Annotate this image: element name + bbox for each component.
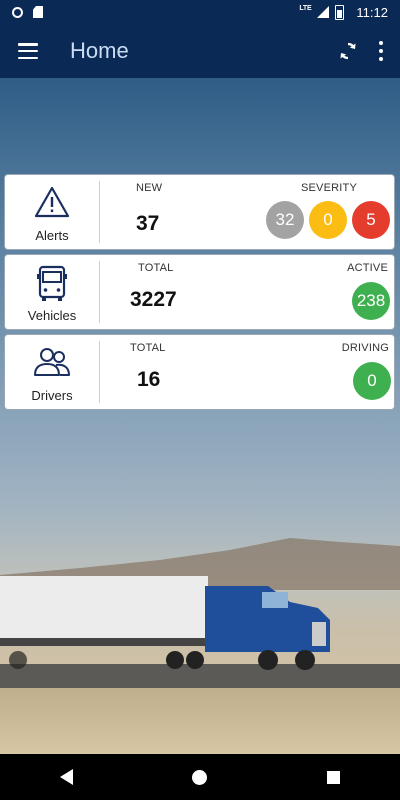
people-icon bbox=[34, 348, 70, 376]
driving-caption: DRIVING bbox=[341, 342, 389, 354]
back-icon[interactable] bbox=[59, 769, 73, 785]
total-drivers-count: 16 bbox=[137, 368, 161, 391]
drivers-label: Drivers bbox=[31, 388, 73, 403]
recents-icon[interactable] bbox=[327, 770, 341, 784]
vehicles-card[interactable]: Vehicles TOTAL 3227 ACTIVE 238 bbox=[4, 254, 395, 330]
truck-icon bbox=[37, 265, 67, 301]
driving-drivers-badge[interactable]: 0 bbox=[353, 362, 391, 400]
menu-icon[interactable] bbox=[18, 43, 38, 59]
refresh-icon[interactable] bbox=[336, 39, 360, 63]
drivers-card[interactable]: Drivers TOTAL 16 DRIVING 0 bbox=[4, 334, 395, 410]
notification-icon bbox=[12, 6, 23, 18]
truck-graphic bbox=[0, 576, 330, 670]
alerts-label: Alerts bbox=[35, 228, 69, 243]
total-caption: TOTAL bbox=[138, 262, 174, 274]
active-caption: ACTIVE bbox=[347, 262, 388, 274]
active-vehicles-badge[interactable]: 238 bbox=[352, 282, 390, 320]
system-nav-bar bbox=[0, 754, 400, 800]
vehicles-label: Vehicles bbox=[27, 308, 77, 323]
status-bar: LTE 11:12 bbox=[0, 0, 400, 24]
severity-medium-badge[interactable]: 0 bbox=[309, 201, 347, 239]
alerts-card[interactable]: Alerts NEW 37 SEVERITY 32 0 5 bbox=[4, 174, 395, 250]
total-vehicles-count: 3227 bbox=[130, 288, 177, 311]
more-options-icon[interactable] bbox=[378, 41, 384, 61]
severity-high-badge[interactable]: 5 bbox=[352, 201, 390, 239]
home-icon[interactable] bbox=[192, 769, 208, 785]
severity-low-badge[interactable]: 32 bbox=[266, 201, 304, 239]
total-caption: TOTAL bbox=[130, 342, 166, 354]
signal-icon bbox=[317, 6, 330, 18]
warning-triangle-icon bbox=[34, 186, 70, 218]
ground-graphic bbox=[0, 688, 400, 754]
new-caption: NEW bbox=[136, 182, 163, 194]
sd-card-icon bbox=[33, 6, 43, 18]
network-type: LTE bbox=[299, 4, 312, 12]
page-title: Home bbox=[70, 38, 129, 63]
severity-caption: SEVERITY bbox=[300, 182, 357, 194]
battery-icon bbox=[335, 4, 345, 20]
app-bar: Home bbox=[0, 24, 400, 78]
clock: 11:12 bbox=[356, 4, 388, 20]
new-alerts-count: 37 bbox=[136, 212, 160, 235]
